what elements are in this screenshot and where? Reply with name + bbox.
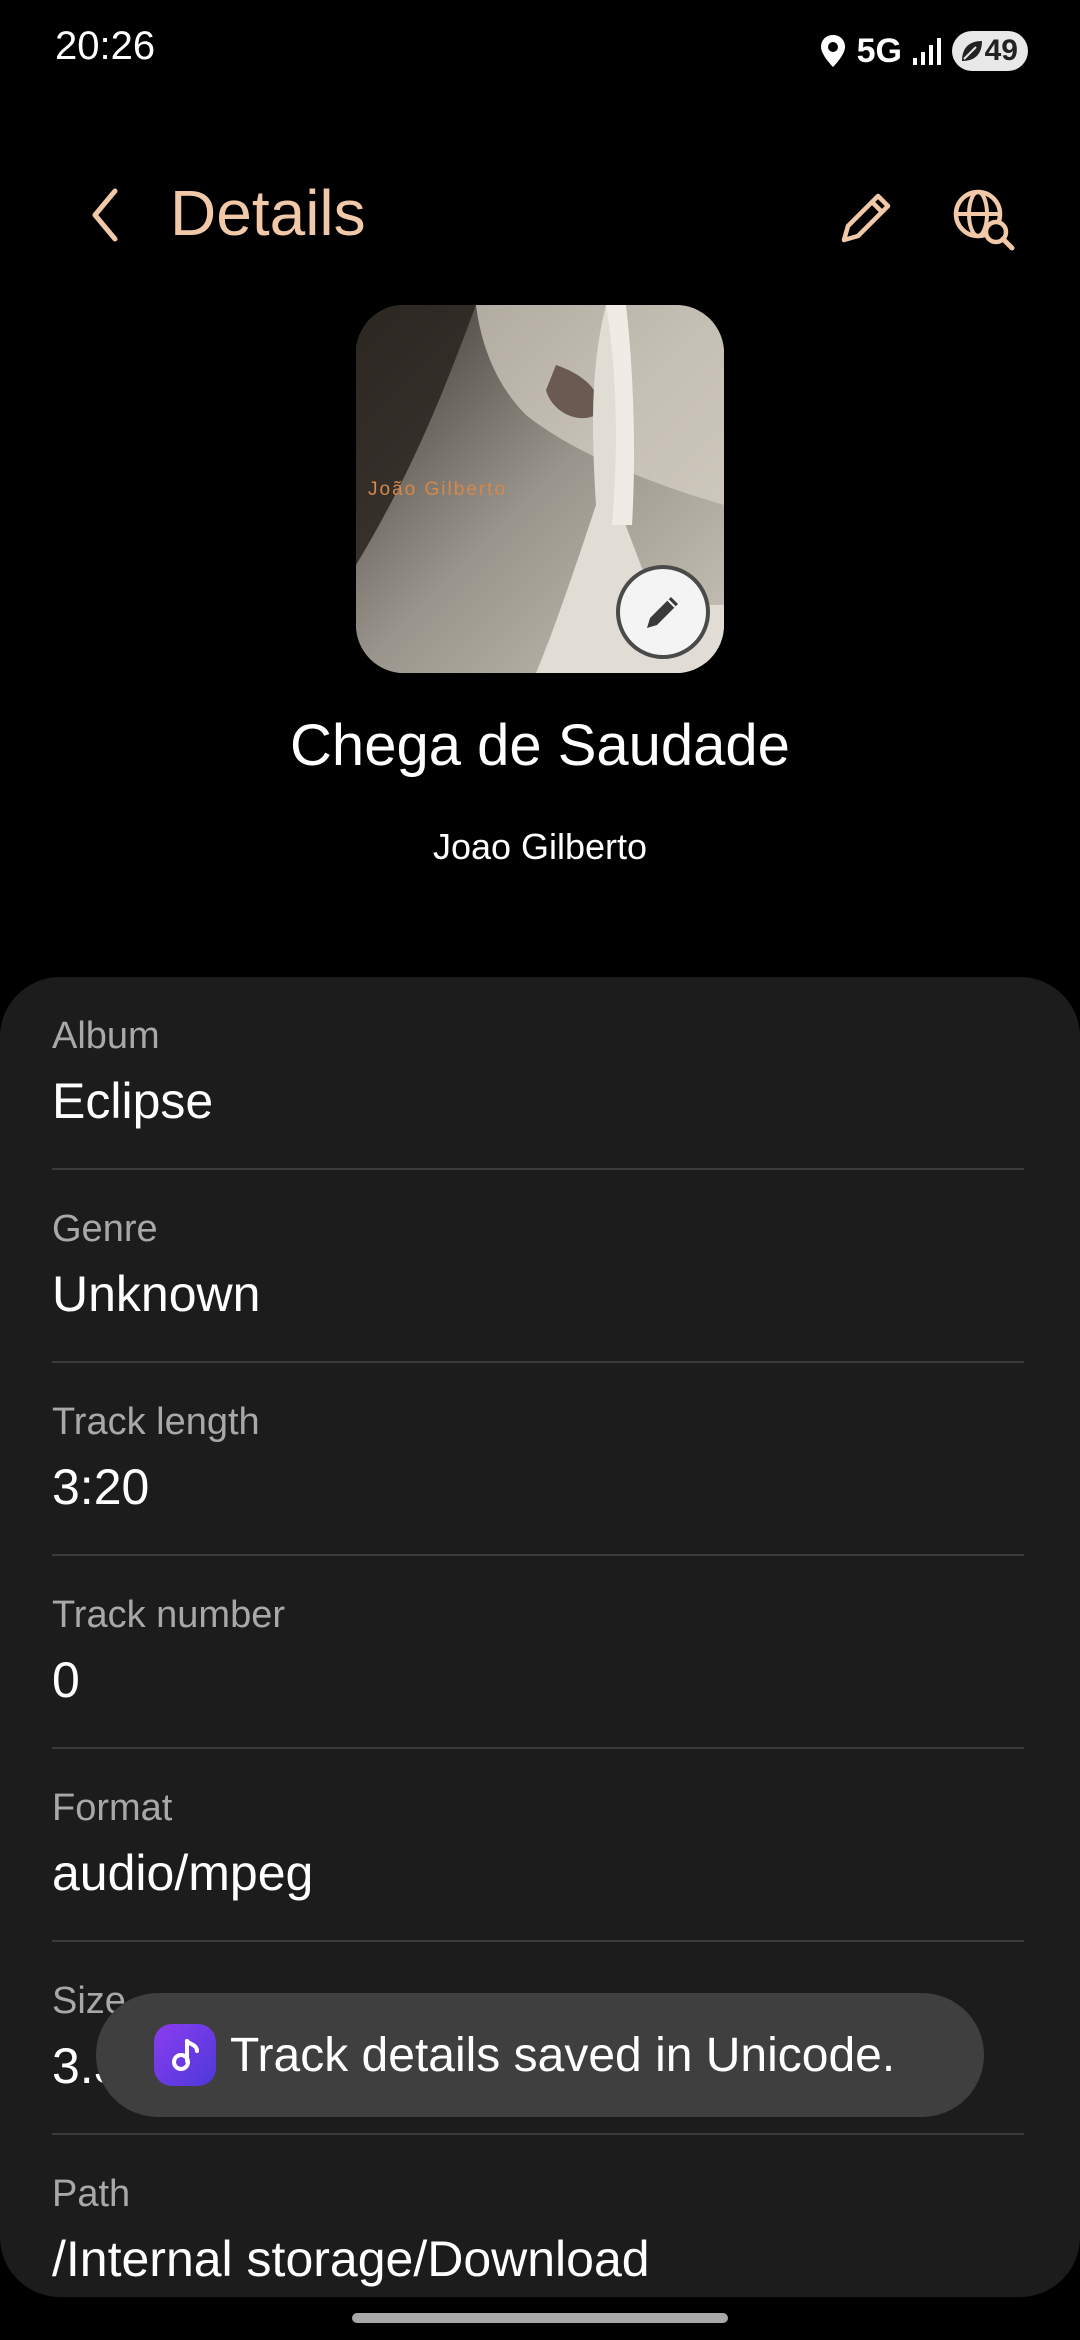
app-bar: Details (0, 170, 1080, 260)
battery-icon: 49 (952, 31, 1028, 71)
detail-value: /Internal storage/Download (52, 2231, 650, 2287)
page-title: Details (170, 177, 366, 249)
location-icon (820, 35, 845, 67)
music-note-icon (154, 2024, 216, 2086)
back-icon (92, 188, 118, 242)
track-title: Chega de Saudade (290, 713, 790, 778)
network-type: 5G (856, 31, 902, 70)
web-search-icon (953, 189, 1015, 251)
detail-value: 3:20 (52, 1459, 150, 1515)
detail-row-format[interactable]: Format audio/mpeg (52, 1749, 1024, 1942)
detail-row-album[interactable]: Album Eclipse (52, 977, 1024, 1170)
status-indicators: 5G 49 (819, 26, 1028, 76)
album-art-artist-text: João Gilberto (368, 479, 508, 500)
detail-row-track-length[interactable]: Track length 3:20 (52, 1363, 1024, 1556)
detail-row-path[interactable]: Path /Internal storage/Download (52, 2135, 1024, 2328)
leaf-icon (962, 41, 982, 61)
status-bar: 20:26 5G 49 (0, 0, 1080, 100)
detail-value: 0 (52, 1652, 80, 1708)
web-search-button[interactable] (948, 184, 1018, 254)
detail-value: Unknown (52, 1266, 261, 1322)
signal-icon (913, 38, 941, 65)
detail-value: Eclipse (52, 1073, 214, 1129)
pencil-icon (647, 597, 678, 628)
detail-label: Genre (52, 1208, 158, 1250)
detail-label: Track number (52, 1594, 285, 1636)
toast-message: Track details saved in Unicode. (230, 2028, 896, 2082)
toast: Track details saved in Unicode. (96, 1993, 984, 2117)
edit-icon (841, 193, 891, 243)
detail-label: Format (52, 1787, 173, 1829)
back-button[interactable] (70, 180, 140, 250)
detail-label: Track length (52, 1401, 260, 1443)
detail-row-genre[interactable]: Genre Unknown (52, 1170, 1024, 1363)
detail-label: Path (52, 2173, 131, 2215)
home-indicator[interactable] (352, 2313, 728, 2323)
detail-value: audio/mpeg (52, 1845, 314, 1901)
battery-level: 49 (984, 34, 1018, 67)
album-art-edit-button[interactable] (616, 565, 710, 659)
edit-button[interactable] (830, 184, 900, 254)
track-artist: Joao Gilberto (432, 826, 648, 867)
detail-row-track-number[interactable]: Track number 0 (52, 1556, 1024, 1749)
album-art[interactable]: João Gilberto (356, 305, 724, 673)
detail-label: Album (52, 1015, 160, 1057)
status-time: 20:26 (55, 24, 156, 68)
